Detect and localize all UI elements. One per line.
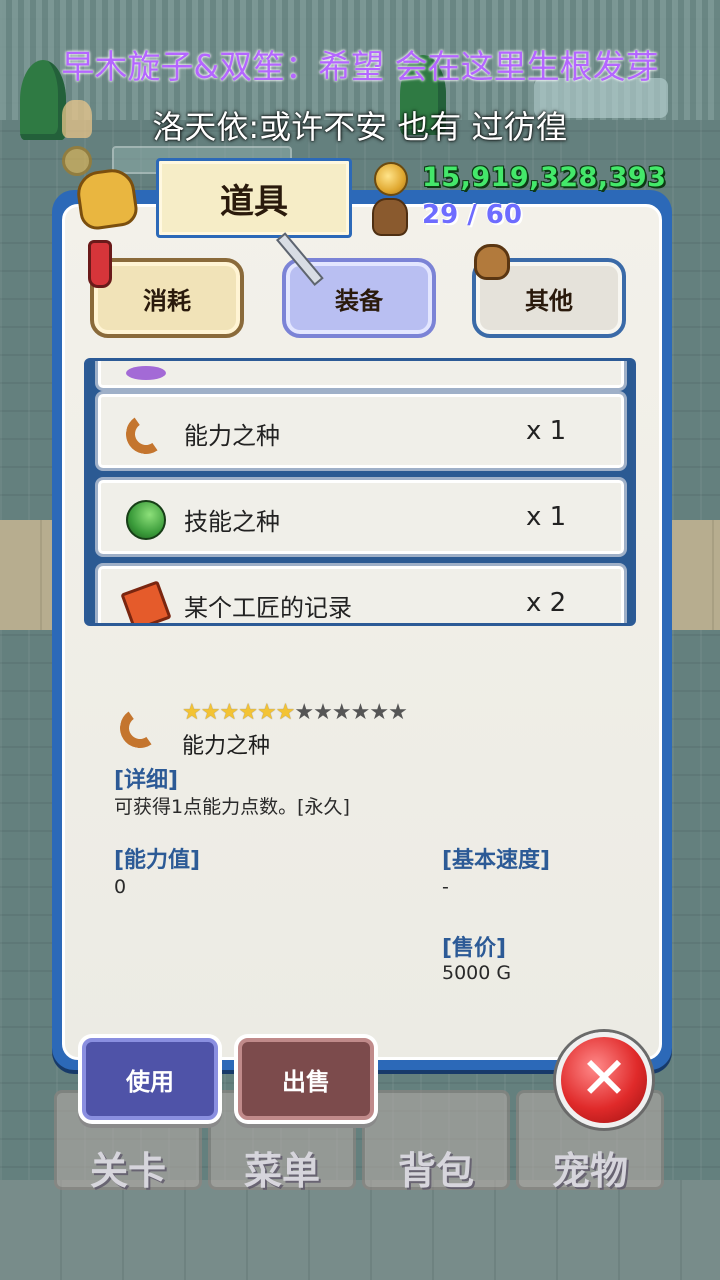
- nav-stage-label: 关卡: [89, 1149, 166, 1193]
- item-quantity: x 1: [526, 502, 567, 532]
- star-filled-icon: ★: [200, 700, 221, 725]
- nav-menu-label: 菜单: [243, 1149, 320, 1193]
- bag-capacity: 29 / 60: [422, 200, 522, 230]
- lyric-line-2: 洛天依:或许不安 也有 过彷徨: [152, 108, 568, 146]
- star-empty-icon: ★: [294, 700, 314, 725]
- rarity-stars: ★★★★★★★★★★★★: [182, 700, 408, 725]
- speed-value: -: [442, 876, 449, 898]
- nav-bag-label: 背包: [397, 1149, 474, 1193]
- item-quantity: x 1: [526, 416, 567, 446]
- list-item[interactable]: [95, 361, 627, 391]
- use-button[interactable]: 使用: [82, 1038, 218, 1120]
- item-name: 能力之种: [184, 422, 280, 450]
- background-floor: [0, 1180, 720, 1280]
- sack-icon: [474, 244, 510, 280]
- backpack-icon: [372, 198, 408, 236]
- star-empty-icon: ★: [350, 700, 371, 725]
- list-item[interactable]: 技能之种 x 1: [95, 477, 627, 557]
- item-name: 技能之种: [184, 508, 280, 536]
- book-icon: [120, 580, 172, 623]
- ability-label: [能力值]: [114, 848, 201, 873]
- ability-seed-icon: [122, 410, 170, 458]
- dialog-title: 道具: [156, 158, 352, 238]
- potion-icon: [88, 240, 112, 288]
- purple-item-icon: [126, 366, 166, 380]
- item-list[interactable]: 能力之种 x 1 技能之种 x 1 某个工匠的记录 x 2: [84, 358, 636, 626]
- price-value: 5000 G: [442, 962, 512, 984]
- item-quantity: x 2: [526, 588, 567, 618]
- detail-description: 可获得1点能力点数。[永久]: [114, 796, 350, 818]
- star-filled-icon: ★: [238, 700, 258, 725]
- star-empty-icon: ★: [369, 700, 389, 725]
- star-filled-icon: ★: [275, 700, 296, 725]
- nav-pet-label: 宠物: [551, 1149, 628, 1193]
- gold-coin-icon: [374, 162, 408, 196]
- star-filled-icon: ★: [182, 700, 202, 725]
- close-icon: ✕: [579, 1044, 629, 1112]
- star-filled-icon: ★: [256, 700, 277, 725]
- list-item[interactable]: 某个工匠的记录 x 2: [95, 563, 627, 623]
- item-name: 某个工匠的记录: [184, 594, 352, 622]
- speed-label: [基本速度]: [442, 848, 551, 873]
- lyric-line-1: 早木旋子&双笙：希望 会在这里生根发芽: [61, 47, 659, 86]
- star-empty-icon: ★: [313, 700, 333, 725]
- star-empty-icon: ★: [331, 700, 352, 725]
- sell-button[interactable]: 出售: [238, 1038, 374, 1120]
- hud-coin-icon: [62, 146, 92, 176]
- star-filled-icon: ★: [219, 700, 239, 725]
- tab-consumables[interactable]: 消耗: [90, 258, 244, 338]
- star-empty-icon: ★: [388, 700, 408, 725]
- detail-item-name: 能力之种: [182, 734, 271, 759]
- gold-amount: 15,919,328,393: [422, 162, 667, 193]
- detail-label: [详细]: [114, 768, 179, 793]
- list-item[interactable]: 能力之种 x 1: [95, 391, 627, 471]
- price-label: [售价]: [442, 936, 507, 961]
- ability-value: 0: [114, 876, 127, 898]
- close-button[interactable]: ✕: [556, 1032, 652, 1128]
- skill-seed-icon: [126, 500, 166, 540]
